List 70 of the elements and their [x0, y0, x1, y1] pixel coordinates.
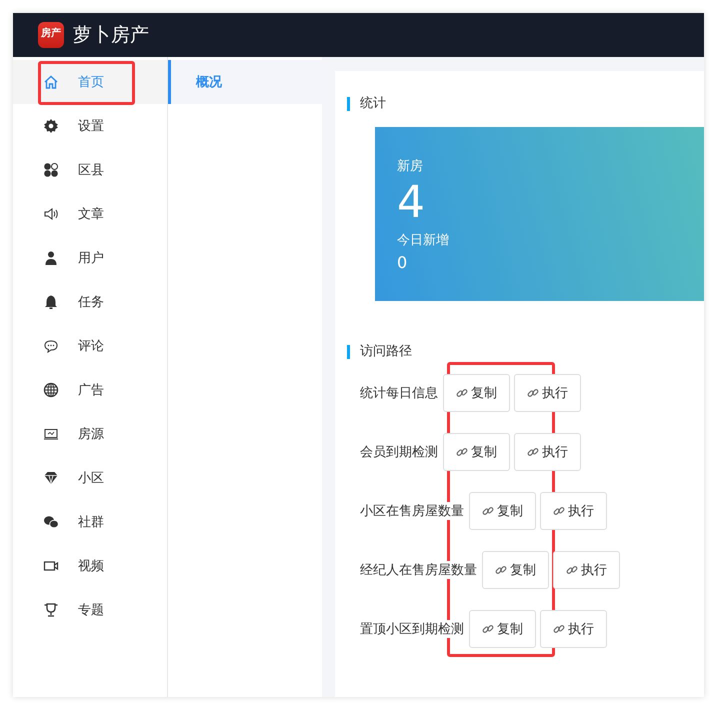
- sidebar-item[interactable]: 评论: [13, 324, 167, 368]
- sidebar-item[interactable]: 用户: [13, 236, 167, 280]
- speaker-icon: [43, 206, 59, 222]
- stat-sub-label: 今日新增: [397, 232, 450, 249]
- sidebar-item[interactable]: 文章: [13, 192, 167, 236]
- link-icon: [482, 505, 494, 517]
- route-label: 小区在售房屋数量: [360, 502, 464, 520]
- route-label: 统计每日信息: [360, 384, 438, 402]
- route-label: 置顶小区到期检测: [360, 620, 464, 638]
- sidebar-item[interactable]: 广告: [13, 368, 167, 412]
- link-icon: [482, 623, 494, 635]
- sidebar-item[interactable]: 小区: [13, 456, 167, 500]
- stat-label: 新房: [397, 158, 424, 175]
- sidebar-label: 专题: [78, 602, 104, 619]
- link-icon: [553, 623, 565, 635]
- stat-value: 4: [397, 177, 426, 229]
- run-button[interactable]: 执行: [540, 492, 607, 530]
- copy-button[interactable]: 复制: [469, 492, 536, 530]
- app-title: 萝卜房产: [73, 23, 149, 48]
- sidebar-label: 广告: [78, 382, 104, 399]
- sidebar-label: 社群: [78, 514, 104, 531]
- sidebar-item[interactable]: 视频: [13, 544, 167, 588]
- circles-icon: [43, 162, 59, 178]
- stat-sub-value: 0: [397, 253, 408, 272]
- sidebar-item[interactable]: 区县: [13, 148, 167, 192]
- run-button[interactable]: 执行: [540, 610, 607, 648]
- sidebar-item[interactable]: 设置: [13, 104, 167, 148]
- sidebar-label: 用户: [78, 250, 104, 267]
- link-icon: [553, 505, 565, 517]
- section-title: 访问路径: [347, 345, 704, 359]
- sidebar-label: 设置: [78, 118, 104, 135]
- sidebar-label: 房源: [78, 426, 104, 443]
- sidebar-label: 小区: [78, 470, 104, 487]
- link-icon: [495, 564, 507, 576]
- user-icon: [43, 250, 59, 266]
- diamond-icon: [43, 470, 59, 486]
- sidebar-label: 区县: [78, 162, 104, 179]
- sidebar-label: 文章: [78, 206, 104, 223]
- run-button[interactable]: 执行: [553, 551, 620, 589]
- bell-icon: [43, 294, 59, 310]
- sidebar-item[interactable]: 房源: [13, 412, 167, 456]
- link-icon: [566, 564, 578, 576]
- home-icon: [43, 74, 59, 90]
- copy-button[interactable]: 复制: [469, 610, 536, 648]
- chat-bubbles-icon: [43, 514, 59, 530]
- sidebar-item[interactable]: 专题: [13, 588, 167, 632]
- run-button[interactable]: 执行: [514, 433, 581, 471]
- laptop-icon: [43, 426, 59, 442]
- copy-button[interactable]: 复制: [482, 551, 549, 589]
- gear-icon: [43, 118, 59, 134]
- copy-button[interactable]: 复制: [443, 433, 510, 471]
- globe-icon: [43, 382, 59, 398]
- run-button[interactable]: 执行: [514, 374, 581, 412]
- chat-icon: [43, 338, 59, 354]
- section-title: 统计: [347, 97, 704, 111]
- route-label: 经纪人在售房屋数量: [360, 561, 477, 579]
- trophy-icon: [43, 602, 59, 618]
- link-icon: [456, 387, 468, 399]
- link-icon: [527, 446, 539, 458]
- sidebar-item[interactable]: 社群: [13, 500, 167, 544]
- sidebar-label: 评论: [78, 338, 104, 355]
- sidebar-label: 首页: [78, 74, 104, 91]
- copy-button[interactable]: 复制: [443, 374, 510, 412]
- sidebar-item[interactable]: 任务: [13, 280, 167, 324]
- link-icon: [527, 387, 539, 399]
- link-icon: [456, 446, 468, 458]
- sidebar-label: 任务: [78, 294, 104, 311]
- sidebar-label: 视频: [78, 558, 104, 575]
- route-label: 会员到期检测: [360, 443, 438, 461]
- app-logo: 房产: [38, 22, 64, 48]
